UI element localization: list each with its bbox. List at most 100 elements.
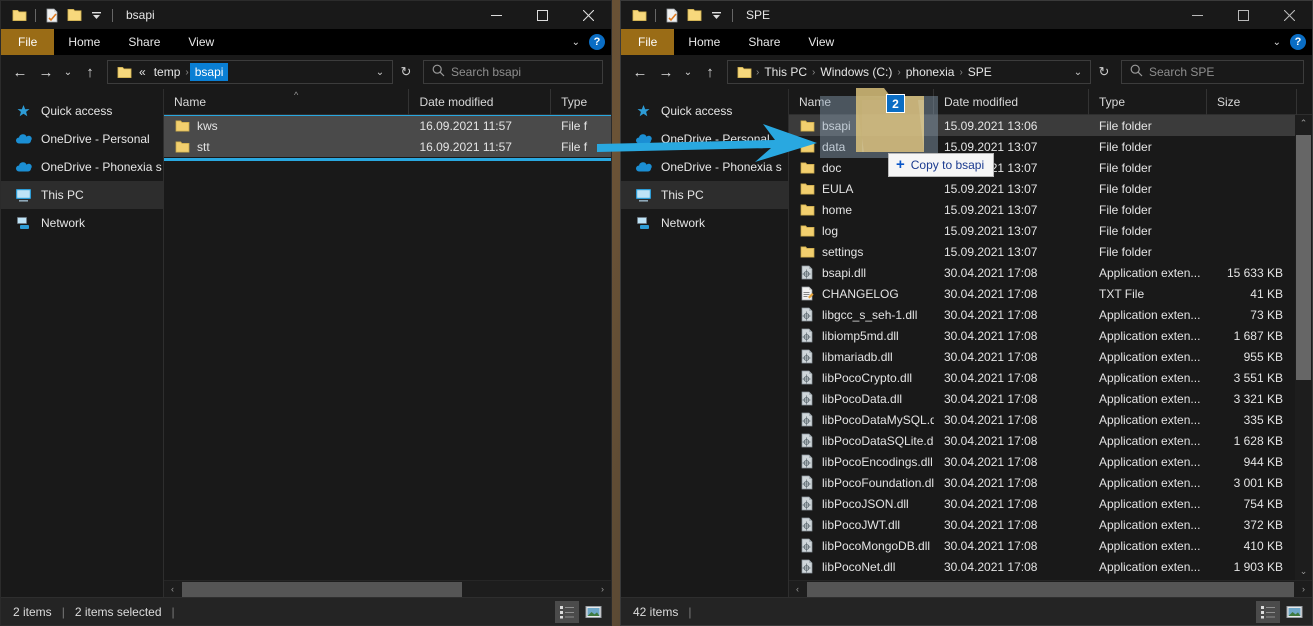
recent-locations-icon[interactable]: ⌄ xyxy=(679,59,697,85)
forward-button[interactable]: → xyxy=(33,59,59,85)
table-row[interactable]: libPocoData.dll 30.04.2021 17:08 Applicati… xyxy=(789,388,1312,409)
customize-dropdown-icon[interactable] xyxy=(705,4,727,26)
back-button[interactable]: ← xyxy=(7,59,33,85)
table-row[interactable]: CHANGELOG 30.04.2021 17:08 TXT File 41 KB xyxy=(789,283,1312,304)
quick-access-toolbar[interactable] xyxy=(621,4,738,26)
sidebar-item-this-pc[interactable]: This PC xyxy=(1,181,163,209)
table-row[interactable]: log 15.09.2021 13:07 File folder xyxy=(789,220,1312,241)
scroll-right-icon[interactable]: › xyxy=(594,584,611,594)
close-button[interactable] xyxy=(1266,1,1312,29)
breadcrumb-item-spe[interactable]: SPE xyxy=(964,63,996,81)
forward-button[interactable]: → xyxy=(653,59,679,85)
column-headers[interactable]: Name Date modified Type Size xyxy=(789,88,1312,115)
tab-view[interactable]: View xyxy=(794,29,848,55)
ribbon-tabs[interactable]: File Home Share View ⌄ ? xyxy=(621,29,1312,55)
tab-home[interactable]: Home xyxy=(54,29,114,55)
sidebar-item-this-pc[interactable]: This PC xyxy=(621,181,788,209)
table-row[interactable]: libPocoDataMySQL.dll 30.04.2021 17:08 Appl… xyxy=(789,409,1312,430)
table-row[interactable]: libPocoMongoDB.dll 30.04.2021 17:08 Applic… xyxy=(789,535,1312,556)
close-button[interactable] xyxy=(565,1,611,29)
explorer-window-spe[interactable]: SPE File Home Share View ⌄ ? ← → ⌄ ↑ › T… xyxy=(620,0,1313,626)
up-button[interactable]: ↑ xyxy=(77,59,103,85)
ribbon-tabs[interactable]: File Home Share View ⌄ ? xyxy=(1,29,611,55)
breadcrumb[interactable]: › This PC › Windows (C:) › phonexia › SP… xyxy=(727,60,1091,84)
scroll-left-icon[interactable]: ‹ xyxy=(789,584,806,594)
sidebar-item-onedrive-personal[interactable]: OneDrive - Personal xyxy=(1,125,163,153)
large-icons-view-icon[interactable] xyxy=(1282,601,1306,623)
recent-locations-icon[interactable]: ⌄ xyxy=(59,59,77,85)
file-list-pane[interactable]: Name Date modified Type ^ kws 16.09.2021… xyxy=(164,88,611,597)
sidebar-item-quick-access[interactable]: Quick access xyxy=(1,97,163,125)
column-header-date[interactable]: Date modified xyxy=(409,88,552,115)
tab-share[interactable]: Share xyxy=(114,29,174,55)
search-box[interactable]: Search SPE xyxy=(1121,60,1304,84)
sidebar-item-onedrive-phonexia[interactable]: OneDrive - Phonexia s xyxy=(1,153,163,181)
refresh-button[interactable]: ↻ xyxy=(1091,64,1117,80)
table-row[interactable]: libPocoCrypto.dll 30.04.2021 17:08 Applica… xyxy=(789,367,1312,388)
scroll-left-icon[interactable]: ‹ xyxy=(164,584,181,594)
chevron-down-icon[interactable]: ⌄ xyxy=(1273,37,1281,48)
table-row[interactable]: bsapi.dll 30.04.2021 17:08 Application ext… xyxy=(789,262,1312,283)
sidebar-item-network[interactable]: Network xyxy=(621,209,788,237)
title-bar[interactable]: bsapi xyxy=(1,1,611,29)
search-box[interactable]: Search bsapi xyxy=(423,60,603,84)
properties-icon[interactable] xyxy=(661,4,683,26)
column-header-type[interactable]: Type xyxy=(551,89,611,115)
properties-icon[interactable] xyxy=(41,4,63,26)
sidebar-item-quick-access[interactable]: Quick access xyxy=(621,97,788,125)
table-row[interactable]: libgcc_s_seh-1.dll 30.04.2021 17:08 Applic… xyxy=(789,304,1312,325)
column-headers[interactable]: Name Date modified Type ^ xyxy=(164,88,611,115)
table-row[interactable]: data 15.09.2021 13:07 File folder xyxy=(789,136,1312,157)
large-icons-view-icon[interactable] xyxy=(581,601,605,623)
new-folder-icon[interactable] xyxy=(63,4,85,26)
sidebar-item-onedrive-personal[interactable]: OneDrive - Personal xyxy=(621,125,788,153)
scroll-up-icon[interactable]: ⌃ xyxy=(1300,115,1308,132)
address-bar[interactable]: ← → ⌄ ↑ « temp › bsapi ⌄ ↻ Search bsapi xyxy=(1,55,611,89)
caption-buttons[interactable] xyxy=(473,1,611,29)
tab-file[interactable]: File xyxy=(621,29,675,55)
table-row[interactable]: stt 16.09.2021 11:57 File f xyxy=(164,136,611,157)
customize-dropdown-icon[interactable] xyxy=(85,4,107,26)
folder-icon[interactable] xyxy=(628,4,650,26)
table-row[interactable]: libPocoEncodings.dll 30.04.2021 17:08 Appl… xyxy=(789,451,1312,472)
maximize-button[interactable] xyxy=(519,1,565,29)
scroll-down-icon[interactable]: ⌄ xyxy=(1300,563,1308,580)
breadcrumb-item-temp[interactable]: temp xyxy=(150,63,185,81)
caption-buttons[interactable] xyxy=(1174,1,1312,29)
address-bar[interactable]: ← → ⌄ ↑ › This PC › Windows (C:) › phone… xyxy=(621,55,1312,89)
column-header-size[interactable]: Size xyxy=(1207,88,1297,115)
chevron-down-icon[interactable]: ⌄ xyxy=(572,37,580,48)
table-row[interactable]: settings 15.09.2021 13:07 File folder xyxy=(789,241,1312,262)
view-buttons[interactable] xyxy=(555,601,605,623)
navigation-pane[interactable]: Quick access OneDrive - Personal OneDriv… xyxy=(1,89,164,597)
breadcrumb-item-bsapi[interactable]: bsapi xyxy=(189,63,229,81)
table-row[interactable]: EULA 15.09.2021 13:07 File folder xyxy=(789,178,1312,199)
breadcrumb-item-phonexia[interactable]: phonexia xyxy=(902,63,959,81)
table-row[interactable]: libiomp5md.dll 30.04.2021 17:08 Applicatio… xyxy=(789,325,1312,346)
breadcrumb-dropdown-icon[interactable]: ⌄ xyxy=(1068,67,1088,78)
column-header-type[interactable]: Type xyxy=(1089,88,1207,115)
up-button[interactable]: ↑ xyxy=(697,59,723,85)
table-row[interactable]: doc15.09.2021 13:07File folder xyxy=(789,157,1312,178)
column-header-name[interactable]: Name xyxy=(789,88,934,115)
table-row[interactable]: bsapi 15.09.2021 13:06 File folder xyxy=(789,115,1312,136)
vertical-scrollbar[interactable]: ⌃ ⌄ xyxy=(1295,115,1312,580)
horizontal-scrollbar[interactable]: ‹ › xyxy=(164,580,611,597)
breadcrumb-overflow[interactable]: « xyxy=(135,63,150,81)
file-list-pane[interactable]: Name Date modified Type Size bsapi 15.09.… xyxy=(789,88,1312,597)
new-folder-icon[interactable] xyxy=(683,4,705,26)
details-view-icon[interactable] xyxy=(1256,601,1280,623)
table-row[interactable]: home 15.09.2021 13:07 File folder xyxy=(789,199,1312,220)
table-row[interactable]: libPocoFoundation.dll 30.04.2021 17:08 App… xyxy=(789,472,1312,493)
title-bar[interactable]: SPE xyxy=(621,1,1312,29)
scroll-thumb[interactable] xyxy=(182,582,462,597)
table-row[interactable]: libmariadb.dll 30.04.2021 17:08 Applicatio… xyxy=(789,346,1312,367)
quick-access-toolbar[interactable] xyxy=(1,4,118,26)
back-button[interactable]: ← xyxy=(627,59,653,85)
column-header-date[interactable]: Date modified xyxy=(934,88,1089,115)
table-row[interactable]: libPocoNet.dll 30.04.2021 17:08 Applicatio… xyxy=(789,556,1312,577)
table-row[interactable]: libPocoJWT.dll 30.04.2021 17:08 Applicatio… xyxy=(789,514,1312,535)
scroll-thumb[interactable] xyxy=(1296,135,1311,380)
table-row[interactable]: libPocoDataSQLite.dll 30.04.2021 17:08 App… xyxy=(789,430,1312,451)
minimize-button[interactable] xyxy=(473,1,519,29)
